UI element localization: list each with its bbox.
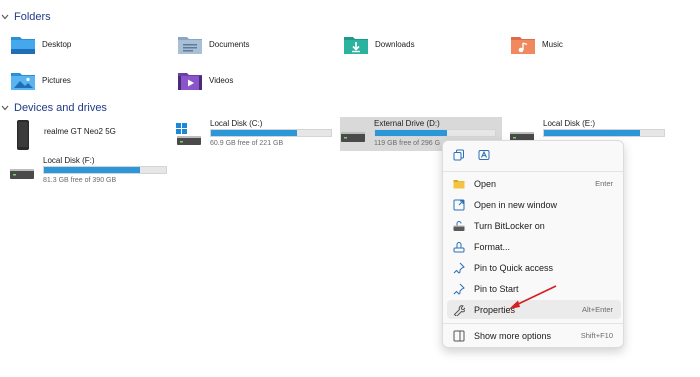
- menu-item-format[interactable]: Format...: [447, 237, 621, 256]
- menu-item-label: Open in new window: [474, 199, 558, 210]
- drive-name: Local Disk (E:): [543, 119, 596, 128]
- drive-name: Local Disk (F:): [43, 156, 95, 165]
- context-menu: Open Enter Open in new window Turn BitLo…: [442, 140, 624, 348]
- context-menu-divider: [443, 323, 623, 324]
- drive-free-space: 119 GB free of 296 G: [374, 140, 441, 147]
- folder-label: Videos: [209, 75, 234, 85]
- drive-item-c[interactable]: Local Disk (C:) 60.9 GB free of 221 GB: [176, 117, 336, 151]
- drive-name: External Drive (D:): [374, 119, 440, 128]
- folder-label: Music: [542, 39, 563, 49]
- drive-usage-bar: [543, 129, 665, 137]
- menu-item-shortcut: Shift+F10: [580, 331, 613, 340]
- folder-label: Desktop: [42, 39, 72, 49]
- folder-item-music[interactable]: Music: [510, 30, 563, 58]
- bitlocker-icon: [453, 220, 465, 232]
- videos-folder-icon: [177, 69, 203, 91]
- context-menu-quick-actions: [443, 141, 623, 169]
- folder-label: Documents: [209, 39, 250, 49]
- drive-usage-fill: [44, 167, 141, 173]
- downloads-folder-icon: [343, 33, 369, 55]
- phone-icon: [16, 119, 30, 151]
- drive-free-space: 60.9 GB free of 221 GB: [210, 140, 284, 147]
- windows-drive-icon: [176, 121, 202, 147]
- menu-item-label: Open: [474, 178, 497, 189]
- pin-icon: [453, 283, 465, 295]
- drive-usage-fill: [211, 130, 298, 136]
- drive-usage-bar: [210, 129, 332, 137]
- desktop-folder-icon: [10, 33, 36, 55]
- drive-item-f[interactable]: Local Disk (F:) 81.3 GB free of 390 GB: [9, 154, 169, 188]
- menu-item-label: Format...: [474, 241, 511, 252]
- rename-icon[interactable]: [476, 147, 492, 163]
- folder-item-documents[interactable]: Documents: [177, 30, 249, 58]
- devices-title: Devices and drives: [14, 102, 107, 114]
- new-window-icon: [453, 199, 465, 211]
- chevron-down-icon: [1, 105, 9, 111]
- drive-item-phone[interactable]: realme GT Neo2 5G: [10, 117, 160, 151]
- menu-item-bitlocker[interactable]: Turn BitLocker on: [447, 216, 621, 235]
- folders-section-header[interactable]: Folders: [0, 9, 51, 25]
- format-icon: [453, 241, 465, 253]
- pin-icon: [453, 262, 465, 274]
- menu-item-show-more-options[interactable]: Show more options Shift+F10: [447, 326, 621, 345]
- pictures-folder-icon: [10, 69, 36, 91]
- folder-item-desktop[interactable]: Desktop: [10, 30, 71, 58]
- drive-usage-fill: [544, 130, 640, 136]
- folder-item-pictures[interactable]: Pictures: [10, 66, 71, 94]
- music-folder-icon: [510, 33, 536, 55]
- drive-name: Local Disk (C:): [210, 119, 263, 128]
- folders-title: Folders: [14, 11, 51, 23]
- menu-item-label: Pin to Quick access: [474, 262, 554, 273]
- drive-usage-fill: [375, 130, 447, 136]
- folder-label: Downloads: [375, 39, 415, 49]
- open-folder-icon: [453, 178, 465, 190]
- menu-item-shortcut: Enter: [595, 179, 613, 188]
- drive-icon: [9, 158, 35, 184]
- folder-item-downloads[interactable]: Downloads: [343, 30, 415, 58]
- folder-label: Pictures: [42, 75, 71, 85]
- devices-section-header[interactable]: Devices and drives: [0, 100, 107, 116]
- more-options-icon: [453, 330, 465, 342]
- drive-name: realme GT Neo2 5G: [44, 127, 116, 136]
- drive-free-space: 81.3 GB free of 390 GB: [43, 177, 117, 184]
- drive-usage-bar: [43, 166, 167, 174]
- menu-item-pin-quick-access[interactable]: Pin to Quick access: [447, 258, 621, 277]
- menu-item-open-new-window[interactable]: Open in new window: [447, 195, 621, 214]
- drive-usage-bar: [374, 129, 496, 137]
- annotation-arrow-icon: [509, 285, 557, 309]
- drive-icon: [340, 121, 366, 147]
- wrench-icon: [453, 304, 465, 316]
- menu-item-label: Show more options: [474, 330, 552, 341]
- chevron-down-icon: [1, 14, 9, 20]
- folder-item-videos[interactable]: Videos: [177, 66, 233, 94]
- copy-icon[interactable]: [451, 147, 467, 163]
- menu-item-shortcut: Alt+Enter: [581, 305, 613, 314]
- menu-item-open[interactable]: Open Enter: [447, 174, 621, 193]
- documents-folder-icon: [177, 33, 203, 55]
- context-menu-divider: [443, 171, 623, 172]
- menu-item-label: Turn BitLocker on: [474, 220, 545, 231]
